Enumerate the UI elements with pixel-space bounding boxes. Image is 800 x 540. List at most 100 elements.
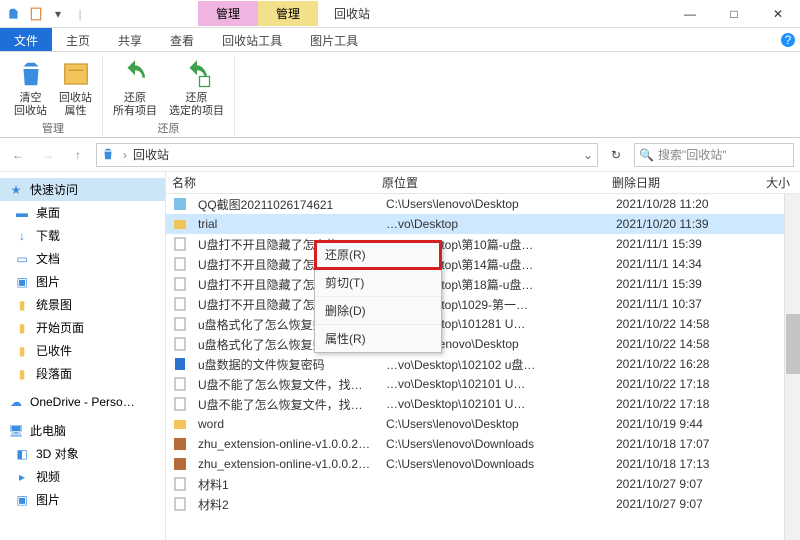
- contextual-tab-2[interactable]: 管理: [258, 1, 318, 26]
- table-row[interactable]: U盘不能了怎么恢复文件，找来找……vo\Desktop\102101 U…202…: [166, 394, 800, 414]
- sidebar-desktop[interactable]: ▬桌面: [0, 201, 165, 224]
- address-sep: ›: [123, 148, 127, 162]
- sidebar-3d-objects[interactable]: ◧3D 对象: [0, 442, 165, 465]
- address-path: 回收站: [133, 146, 169, 163]
- empty-recycle-bin-button[interactable]: 清空 回收站: [10, 56, 51, 120]
- table-row[interactable]: U盘打不开且隐藏了怎么恢……vo\Desktop\第18篇-u盘…2021/11…: [166, 274, 800, 294]
- refresh-button[interactable]: ↻: [604, 143, 628, 167]
- table-row[interactable]: U盘打不开且隐藏了怎么恢……vo\Desktop\第14篇-u盘…2021/11…: [166, 254, 800, 274]
- sidebar-item-8[interactable]: ▮段落面: [0, 362, 165, 385]
- recycle-bin-properties-button[interactable]: 回收站 属性: [55, 56, 96, 120]
- tab-file[interactable]: 文件: [0, 28, 52, 51]
- content-area: ★ 快速访问 ▬桌面 ↓下载 ▭文档 ▣图片 ▮统景图 ▮开始页面 ▮已收件 ▮…: [0, 172, 800, 540]
- cell-date: 2021/10/22 16:28: [610, 357, 740, 371]
- ribbon-tabs: 文件 主页 共享 查看 回收站工具 图片工具 ?: [0, 28, 800, 52]
- table-row[interactable]: 材料22021/10/27 9:07: [166, 494, 800, 514]
- cell-orig: …vo\Desktop\102101 U…: [380, 397, 610, 411]
- sidebar-label: 图片: [36, 273, 60, 290]
- table-row[interactable]: U盘打不开且隐藏了怎么恢……vo\Desktop\第10篇-u盘…2021/11…: [166, 234, 800, 254]
- cell-name: zhu_extension-online-v1.0.0.21…: [192, 437, 380, 451]
- table-row[interactable]: U盘打不开且隐藏了怎么恢……vo\Desktop\1029-第一…2021/11…: [166, 294, 800, 314]
- cell-date: 2021/10/27 9:07: [610, 497, 740, 511]
- scrollbar-thumb[interactable]: [786, 314, 800, 374]
- picture-icon: ▣: [14, 492, 30, 508]
- qat-save-icon[interactable]: [28, 6, 44, 22]
- cell-date: 2021/10/19 9:44: [610, 417, 740, 431]
- cell-orig: C:\Users\lenovo\Downloads: [380, 437, 610, 451]
- address-box[interactable]: › 回收站 ⌄: [96, 143, 598, 167]
- sidebar-documents[interactable]: ▭文档: [0, 247, 165, 270]
- file-icon: [172, 496, 188, 512]
- table-row[interactable]: trial…vo\Desktop2021/10/20 11:39: [166, 214, 800, 234]
- contextual-tab-1[interactable]: 管理: [198, 1, 258, 26]
- cell-orig: C:\Users\lenovo\Desktop: [380, 417, 610, 431]
- file-rows: QQ截图20211026174621C:\Users\lenovo\Deskto…: [166, 194, 800, 540]
- cell-orig: C:\Users\lenovo\Desktop: [380, 197, 610, 211]
- file-icon: [172, 336, 188, 352]
- cell-date: 2021/10/20 11:39: [610, 217, 740, 231]
- restore-all-button[interactable]: 还原 所有项目: [109, 56, 161, 120]
- cell-orig: C:\Users\lenovo\Downloads: [380, 457, 610, 471]
- context-restore[interactable]: 还原(R): [315, 241, 441, 269]
- nav-up-button[interactable]: ↑: [66, 143, 90, 167]
- table-row[interactable]: QQ截图20211026174621C:\Users\lenovo\Deskto…: [166, 194, 800, 214]
- table-row[interactable]: zhu_extension-online-v1.0.0.21…C:\Users\…: [166, 434, 800, 454]
- column-size[interactable]: 大小: [736, 174, 800, 191]
- context-properties[interactable]: 属性(R): [315, 325, 441, 352]
- close-button[interactable]: ✕: [756, 0, 800, 28]
- cell-name: word: [192, 417, 380, 431]
- ribbon-label: 回收站 属性: [59, 92, 92, 118]
- sidebar-item-7[interactable]: ▮已收件: [0, 339, 165, 362]
- nav-forward-button[interactable]: →: [36, 143, 60, 167]
- search-box[interactable]: 🔍 搜索"回收站": [634, 143, 794, 167]
- table-row[interactable]: zhu_extension-online-v1.0.0.21…C:\Users\…: [166, 454, 800, 474]
- sidebar-label: 此电脑: [30, 422, 66, 439]
- table-row[interactable]: u盘数据的文件恢复密码…vo\Desktop\102102 u盘…2021/10…: [166, 354, 800, 374]
- column-name[interactable]: 名称: [166, 174, 376, 191]
- cell-orig: …vo\Desktop: [380, 217, 610, 231]
- sidebar-quick-access[interactable]: ★ 快速访问: [0, 178, 165, 201]
- address-dropdown-icon[interactable]: ⌄: [583, 148, 593, 162]
- file-icon: [172, 236, 188, 252]
- table-row[interactable]: wordC:\Users\lenovo\Desktop2021/10/19 9:…: [166, 414, 800, 434]
- table-row[interactable]: 材料12021/10/27 9:07: [166, 474, 800, 494]
- context-delete[interactable]: 删除(D): [315, 297, 441, 325]
- sidebar-onedrive[interactable]: ☁OneDrive - Perso…: [0, 391, 165, 413]
- restore-selected-button[interactable]: 还原 选定的项目: [165, 56, 228, 120]
- minimize-button[interactable]: —: [668, 0, 712, 28]
- sidebar-videos[interactable]: ▸视频: [0, 465, 165, 488]
- sidebar-pictures-pc[interactable]: ▣图片: [0, 488, 165, 511]
- window-title: 回收站: [334, 5, 370, 22]
- sidebar-item-5[interactable]: ▮统景图: [0, 293, 165, 316]
- help-button[interactable]: ?: [776, 28, 800, 52]
- file-icon: [172, 196, 188, 212]
- column-original-location[interactable]: 原位置: [376, 174, 606, 191]
- table-row[interactable]: u盘格式化了怎么恢复数……vo\Desktop\101281 U…2021/10…: [166, 314, 800, 334]
- cell-name: U盘不能了怎么恢复文件，找来找…: [192, 376, 380, 393]
- sidebar-downloads[interactable]: ↓下载: [0, 224, 165, 247]
- tab-share[interactable]: 共享: [104, 28, 156, 51]
- vertical-scrollbar[interactable]: [784, 194, 800, 540]
- sidebar-pictures[interactable]: ▣图片: [0, 270, 165, 293]
- file-icon: [172, 456, 188, 472]
- tab-recycle-tools[interactable]: 回收站工具: [208, 28, 296, 51]
- sidebar-thispc[interactable]: 🖥此电脑: [0, 419, 165, 442]
- table-row[interactable]: U盘不能了怎么恢复文件，找来找……vo\Desktop\102101 U…202…: [166, 374, 800, 394]
- file-icon: [172, 296, 188, 312]
- empty-bin-icon: [15, 58, 47, 90]
- cell-date: 2021/11/1 15:39: [610, 237, 740, 251]
- svg-text:?: ?: [785, 33, 792, 47]
- cell-date: 2021/10/18 17:07: [610, 437, 740, 451]
- context-cut[interactable]: 剪切(T): [315, 269, 441, 297]
- desktop-icon: ▬: [14, 205, 30, 221]
- table-row[interactable]: u盘格式化了怎么恢复数据- miniC:\Users\lenovo\Deskto…: [166, 334, 800, 354]
- tab-view[interactable]: 查看: [156, 28, 208, 51]
- qat-dropdown-icon[interactable]: ▾: [50, 6, 66, 22]
- nav-back-button[interactable]: ←: [6, 143, 30, 167]
- column-deleted-date[interactable]: 删除日期: [606, 174, 736, 191]
- sidebar-item-6[interactable]: ▮开始页面: [0, 316, 165, 339]
- search-placeholder: 搜索"回收站": [658, 146, 727, 163]
- maximize-button[interactable]: □: [712, 0, 756, 28]
- tab-picture-tools[interactable]: 图片工具: [296, 28, 372, 51]
- tab-home[interactable]: 主页: [52, 28, 104, 51]
